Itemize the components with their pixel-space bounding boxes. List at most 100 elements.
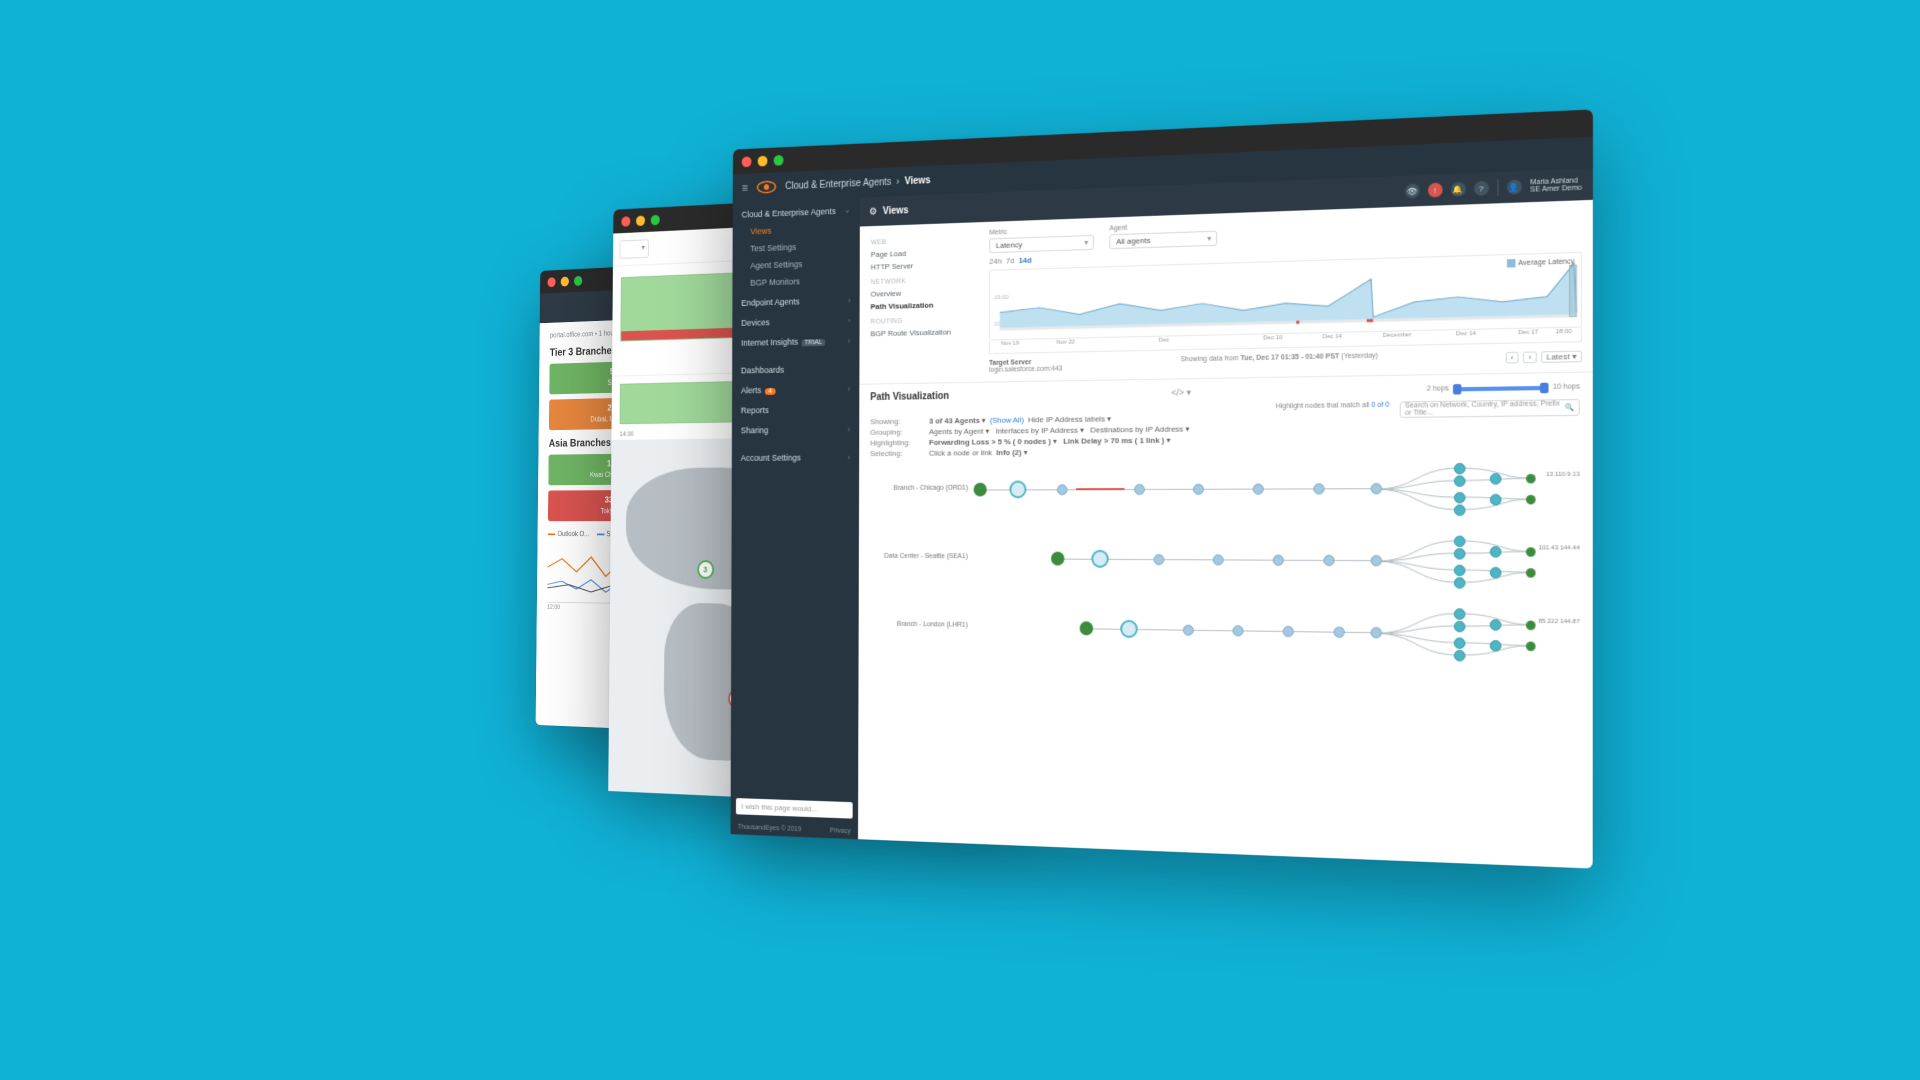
- trial-badge: TRIAL: [802, 339, 825, 346]
- view-bgp[interactable]: BGP Route Visualization: [870, 325, 972, 340]
- node-hop[interactable]: [1490, 640, 1502, 652]
- view-http-server[interactable]: HTTP Server: [871, 258, 973, 274]
- node-hop[interactable]: [1253, 483, 1264, 494]
- node-hop[interactable]: [1454, 608, 1466, 620]
- privacy-link[interactable]: Privacy: [830, 827, 851, 835]
- target-server: Target Serverlogin.salesforce.com:443: [989, 359, 1062, 374]
- node-hop[interactable]: [1334, 627, 1345, 638]
- lane-label: Branch - Chicago (ORD1): [870, 485, 968, 492]
- traffic-min-icon[interactable]: [636, 215, 645, 226]
- hop-slider[interactable]: 2 hops 10 hops: [1427, 383, 1580, 393]
- help-icon[interactable]: ?: [1474, 181, 1489, 196]
- node-hop[interactable]: [1454, 536, 1466, 547]
- lane-label: Data Center - Seattle (SEA1): [870, 553, 968, 560]
- node-selected[interactable]: [1091, 550, 1108, 568]
- node-hop[interactable]: [1057, 484, 1068, 495]
- node-hop[interactable]: [1134, 484, 1145, 495]
- traffic-close-icon[interactable]: [547, 277, 555, 287]
- sidebar-item-account[interactable]: Account Settings›: [732, 446, 859, 467]
- node-hop[interactable]: [1454, 463, 1466, 474]
- traffic-max-icon[interactable]: [651, 214, 660, 225]
- node-hop[interactable]: [1490, 494, 1502, 505]
- dropdown[interactable]: [619, 239, 648, 259]
- node-agent[interactable]: [1080, 621, 1094, 635]
- chevron-right-icon: ›: [848, 295, 851, 305]
- node-hop[interactable]: [1490, 619, 1502, 631]
- node-hop[interactable]: [1323, 555, 1334, 566]
- node-hop[interactable]: [1454, 577, 1466, 589]
- breadcrumb[interactable]: Cloud & Enterprise Agents › Views: [785, 175, 930, 192]
- node-hop[interactable]: [1283, 626, 1294, 637]
- metric-dropdown[interactable]: Latency: [989, 235, 1094, 253]
- node-hop[interactable]: [1273, 555, 1284, 566]
- sidebar-item-sharing[interactable]: Sharing›: [732, 418, 859, 440]
- node-endpoint[interactable]: [1526, 547, 1536, 556]
- next-button[interactable]: ›: [1523, 351, 1537, 363]
- node-endpoint[interactable]: [1526, 474, 1536, 483]
- prev-button[interactable]: ‹: [1505, 351, 1518, 363]
- node-hop[interactable]: [1371, 483, 1382, 494]
- sidebar-item-dashboards[interactable]: Dashboards: [732, 357, 859, 380]
- gear-icon[interactable]: ⚙: [869, 206, 877, 217]
- alert-icon[interactable]: !: [1428, 183, 1443, 198]
- pager[interactable]: ‹ › Latest ▾: [1505, 348, 1582, 364]
- panel-title: Path Visualization: [870, 391, 949, 403]
- node-hop[interactable]: [1454, 475, 1466, 486]
- sidebar-group-insights[interactable]: Internet InsightsTRIAL›: [732, 329, 859, 352]
- node-agent[interactable]: [974, 483, 987, 497]
- traffic-min-icon[interactable]: [561, 276, 569, 286]
- node-hop[interactable]: [1454, 637, 1466, 649]
- node-hop[interactable]: [1371, 555, 1382, 566]
- node-hop[interactable]: [1490, 473, 1502, 485]
- chevron-right-icon: ›: [848, 316, 851, 326]
- agent-dropdown[interactable]: All agents: [1109, 231, 1217, 250]
- endpoint-ip: 13.110.9.13: [1546, 472, 1580, 478]
- feedback-input[interactable]: I wish this page would...: [736, 798, 853, 819]
- traffic-max-icon[interactable]: [574, 275, 582, 285]
- traffic-min-icon[interactable]: [758, 155, 768, 166]
- node-hop[interactable]: [1454, 565, 1466, 576]
- alert-count-badge: 4: [765, 388, 776, 395]
- user-label[interactable]: Maria AshlandSE Amer Demo: [1530, 177, 1582, 194]
- avatar[interactable]: 👤: [1507, 179, 1522, 194]
- node-endpoint[interactable]: [1526, 621, 1536, 631]
- node-hop[interactable]: [1313, 483, 1324, 494]
- node-endpoint[interactable]: [1526, 642, 1536, 652]
- latency-timeline-chart[interactable]: Average Latency 15:00 10:00: [989, 252, 1582, 341]
- node-hop[interactable]: [1371, 627, 1382, 638]
- node-selected[interactable]: [1009, 481, 1026, 499]
- traffic-close-icon[interactable]: [742, 156, 752, 167]
- sidebar-item-reports[interactable]: Reports: [732, 397, 859, 419]
- node-hop[interactable]: [1490, 567, 1502, 579]
- node-hop[interactable]: [1454, 504, 1466, 515]
- node-hop[interactable]: [1233, 625, 1244, 636]
- sidebar-item-alerts[interactable]: Alerts4›: [732, 377, 859, 399]
- node-hop[interactable]: [1490, 546, 1502, 558]
- node-hop[interactable]: [1454, 492, 1466, 503]
- y-tick: 15:00: [994, 295, 1009, 301]
- views-category-list: WEB Page Load HTTP Server NETWORK Overvi…: [859, 222, 980, 384]
- node-selected[interactable]: [1120, 620, 1138, 638]
- sidebar: Cloud & Enterprise Agents⌄ Views Test Se…: [731, 198, 860, 840]
- node-hop[interactable]: [1213, 554, 1224, 565]
- node-hop[interactable]: [1454, 650, 1466, 662]
- bell-icon[interactable]: 🔔: [1451, 182, 1466, 197]
- node-endpoint[interactable]: [1526, 568, 1536, 577]
- link-icon[interactable]: </> ▾: [1171, 387, 1191, 398]
- traffic-max-icon[interactable]: [774, 154, 784, 165]
- map-pin[interactable]: 3: [697, 560, 714, 579]
- search-input[interactable]: Search on Network, Country, IP address, …: [1400, 399, 1580, 418]
- topology-graph[interactable]: Branch - Chicago (ORD1) 13.110.9.13: [870, 461, 1580, 672]
- node-hop[interactable]: [1183, 625, 1194, 636]
- traffic-close-icon[interactable]: [621, 216, 630, 227]
- node-agent[interactable]: [1051, 552, 1064, 566]
- node-hop[interactable]: [1154, 554, 1165, 565]
- node-endpoint[interactable]: [1526, 495, 1536, 504]
- node-hop[interactable]: [1454, 548, 1466, 559]
- node-hop[interactable]: [1454, 621, 1466, 633]
- view-path-visualization[interactable]: Path Visualization: [871, 298, 973, 313]
- node-hop[interactable]: [1193, 484, 1204, 495]
- latest-button[interactable]: Latest ▾: [1541, 350, 1582, 362]
- menu-icon[interactable]: ≡: [742, 181, 748, 195]
- eye-icon[interactable]: 👁: [1405, 183, 1420, 198]
